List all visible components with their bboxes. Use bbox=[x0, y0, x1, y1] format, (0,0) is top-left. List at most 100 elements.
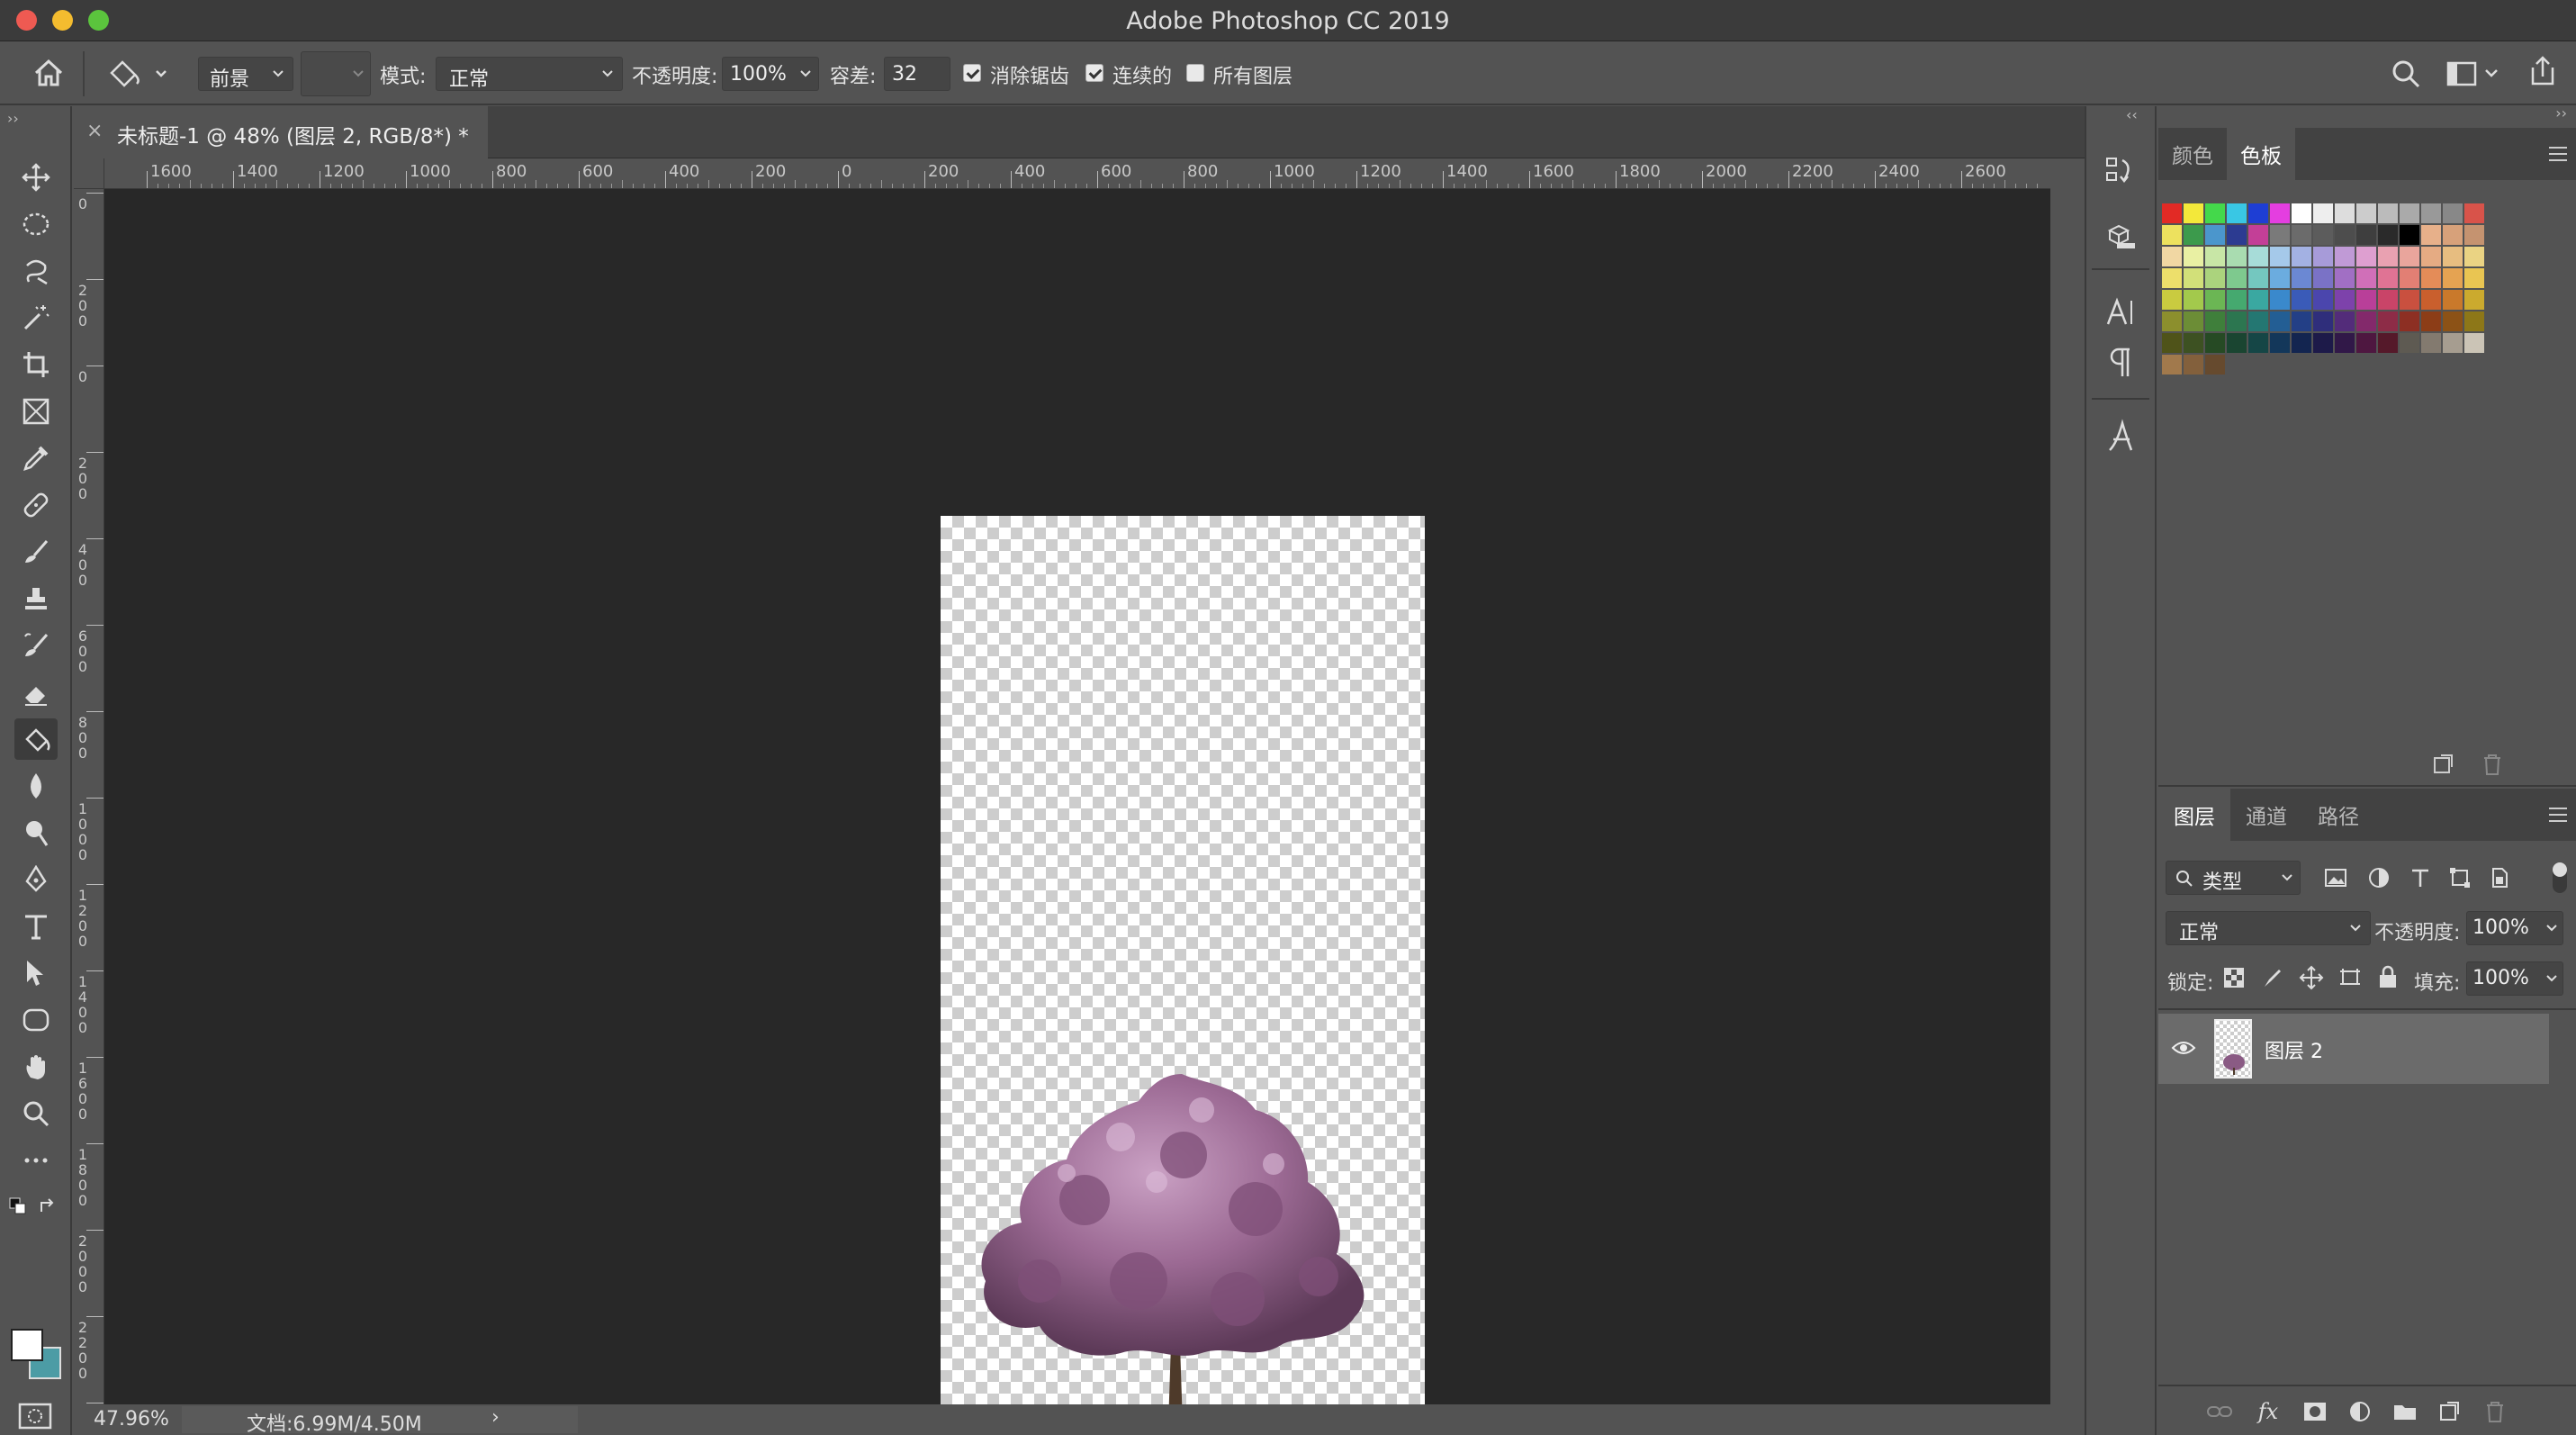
foreground-color-swatch[interactable] bbox=[11, 1329, 43, 1361]
color-swatch[interactable] bbox=[2400, 333, 2419, 353]
color-swatch[interactable] bbox=[2292, 311, 2311, 331]
color-swatch[interactable] bbox=[2335, 333, 2355, 353]
color-swatch[interactable] bbox=[2270, 311, 2290, 331]
new-group-icon[interactable] bbox=[2389, 1395, 2421, 1428]
pattern-picker[interactable] bbox=[301, 51, 371, 96]
color-swatch[interactable] bbox=[2313, 203, 2333, 223]
tab-swatches[interactable]: 色板 bbox=[2227, 128, 2295, 180]
eraser-tool[interactable] bbox=[14, 672, 58, 713]
dodge-tool[interactable] bbox=[14, 812, 58, 853]
document-tab[interactable]: × 未标题-1 @ 48% (图层 2, RGB/8*) * bbox=[74, 106, 488, 158]
color-swatch[interactable] bbox=[2421, 225, 2441, 245]
color-swatch[interactable] bbox=[2205, 268, 2225, 288]
color-swatch[interactable] bbox=[2205, 333, 2225, 353]
quick-mask-icon[interactable] bbox=[18, 1401, 52, 1431]
link-layers-icon[interactable] bbox=[2203, 1395, 2236, 1428]
color-swatch[interactable] bbox=[2248, 247, 2268, 266]
collapse-toolbar-icon[interactable]: ›› bbox=[7, 110, 19, 127]
collapse-panel-icon[interactable]: ›› bbox=[2555, 104, 2567, 122]
color-swatch[interactable] bbox=[2443, 333, 2463, 353]
color-swatch[interactable] bbox=[2378, 247, 2398, 266]
filter-toggle[interactable] bbox=[2553, 862, 2567, 893]
color-swatch[interactable] bbox=[2162, 225, 2182, 245]
brush-tool[interactable] bbox=[14, 531, 58, 573]
glyphs-icon[interactable] bbox=[2104, 418, 2137, 454]
color-swatch[interactable] bbox=[2227, 311, 2247, 331]
color-swatch[interactable] bbox=[2184, 225, 2203, 245]
pen-tool[interactable] bbox=[14, 859, 58, 900]
zoom-readout[interactable]: 47.96% bbox=[94, 1408, 169, 1430]
document-canvas[interactable] bbox=[941, 516, 1425, 1435]
add-mask-icon[interactable] bbox=[2299, 1395, 2331, 1428]
color-swatch[interactable] bbox=[2335, 247, 2355, 266]
color-swatch[interactable] bbox=[2400, 247, 2419, 266]
antialias-checkbox[interactable] bbox=[963, 64, 981, 82]
mode-select[interactable]: 正常 bbox=[436, 57, 623, 91]
contiguous-checkbox[interactable] bbox=[1085, 64, 1103, 82]
color-swatch[interactable] bbox=[2421, 311, 2441, 331]
color-swatch[interactable] bbox=[2292, 290, 2311, 310]
color-swatch[interactable] bbox=[2421, 333, 2441, 353]
color-swatch[interactable] bbox=[2378, 290, 2398, 310]
tab-layers[interactable]: 图层 bbox=[2158, 789, 2230, 841]
color-swatch[interactable] bbox=[2356, 311, 2376, 331]
color-swatch[interactable] bbox=[2292, 268, 2311, 288]
lasso-tool[interactable] bbox=[14, 250, 58, 292]
color-swatch[interactable] bbox=[2270, 268, 2290, 288]
new-swatch-icon[interactable] bbox=[2432, 753, 2455, 776]
home-icon[interactable] bbox=[32, 58, 65, 88]
color-swatch[interactable] bbox=[2356, 225, 2376, 245]
history-icon[interactable] bbox=[2104, 153, 2137, 185]
color-swatch[interactable] bbox=[2356, 290, 2376, 310]
fill-source-select[interactable]: 前景 bbox=[198, 57, 293, 91]
color-swatch[interactable] bbox=[2292, 225, 2311, 245]
color-swatch[interactable] bbox=[2464, 311, 2484, 331]
color-swatch[interactable] bbox=[2270, 290, 2290, 310]
color-swatch[interactable] bbox=[2184, 290, 2203, 310]
color-swatch[interactable] bbox=[2270, 225, 2290, 245]
color-swatch[interactable] bbox=[2313, 333, 2333, 353]
color-swatch[interactable] bbox=[2400, 203, 2419, 223]
color-swatch[interactable] bbox=[2378, 268, 2398, 288]
color-swatch[interactable] bbox=[2464, 333, 2484, 353]
color-swatch[interactable] bbox=[2248, 225, 2268, 245]
panel-menu-icon[interactable] bbox=[2547, 805, 2569, 825]
eyedropper-tool[interactable] bbox=[14, 438, 58, 479]
layer-fill-input[interactable]: 100% bbox=[2466, 961, 2563, 996]
tab-color[interactable]: 颜色 bbox=[2158, 128, 2227, 180]
lock-transparent-icon[interactable] bbox=[2223, 967, 2245, 988]
color-swatch[interactable] bbox=[2227, 333, 2247, 353]
more-tool[interactable] bbox=[14, 1140, 58, 1181]
layer-filter-select[interactable]: 类型 bbox=[2166, 861, 2301, 895]
color-swatch[interactable] bbox=[2378, 311, 2398, 331]
frame-tool[interactable] bbox=[14, 391, 58, 432]
zoom-tool[interactable] bbox=[14, 1093, 58, 1134]
color-swatch[interactable] bbox=[2421, 268, 2441, 288]
color-swatch[interactable] bbox=[2162, 203, 2182, 223]
marquee-tool[interactable] bbox=[14, 203, 58, 245]
color-swatch[interactable] bbox=[2227, 203, 2247, 223]
color-swatch[interactable] bbox=[2335, 225, 2355, 245]
paint-bucket-preset-icon[interactable] bbox=[106, 57, 171, 89]
layer-style-icon[interactable]: fx bbox=[2252, 1395, 2284, 1428]
blend-mode-select[interactable]: 正常 bbox=[2166, 911, 2371, 945]
magic-wand-tool[interactable] bbox=[14, 297, 58, 338]
filter-smart-object-icon[interactable] bbox=[2488, 866, 2511, 889]
color-swatch[interactable] bbox=[2335, 268, 2355, 288]
blur-tool[interactable] bbox=[14, 765, 58, 807]
color-swatch[interactable] bbox=[2356, 203, 2376, 223]
color-swatch[interactable] bbox=[2443, 311, 2463, 331]
color-swatch[interactable] bbox=[2270, 333, 2290, 353]
layer-name[interactable]: 图层 2 bbox=[2265, 1035, 2323, 1064]
color-swatch[interactable] bbox=[2205, 355, 2225, 375]
color-swatch[interactable] bbox=[2313, 290, 2333, 310]
color-swatch[interactable] bbox=[2443, 247, 2463, 266]
canvas-area[interactable] bbox=[104, 189, 2050, 1435]
tolerance-input[interactable]: 32 bbox=[884, 57, 950, 91]
default-colors-icon[interactable] bbox=[9, 1197, 27, 1215]
healing-tool[interactable] bbox=[14, 484, 58, 526]
color-swatch[interactable] bbox=[2162, 311, 2182, 331]
color-swatch[interactable] bbox=[2313, 225, 2333, 245]
color-swatch[interactable] bbox=[2248, 311, 2268, 331]
color-swatch[interactable] bbox=[2464, 203, 2484, 223]
